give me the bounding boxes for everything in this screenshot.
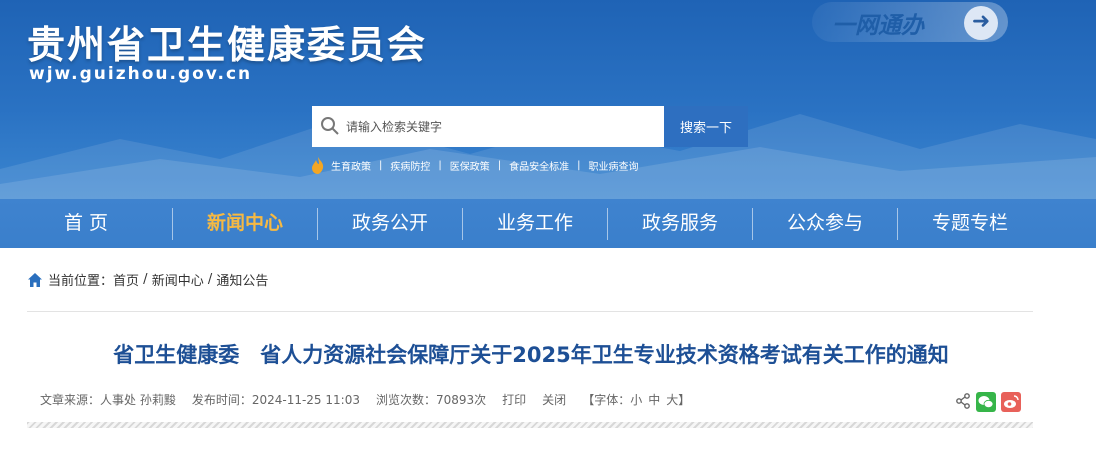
weibo-icon[interactable] — [1001, 392, 1021, 412]
hot-link-insurance-policy[interactable]: 医保政策 — [450, 158, 490, 173]
font-size-suffix: 】 — [678, 393, 691, 407]
site-header: 贵州省卫生健康委员会 wjw.guizhou.gov.cn 一网通办 ➜ 搜索一… — [0, 0, 1096, 199]
one-stop-service-button[interactable]: 一网通办 ➜ — [812, 2, 1008, 42]
nav-government-affairs[interactable]: 政务公开 — [318, 199, 462, 248]
breadcrumb-prefix: 当前位置： — [48, 274, 114, 289]
breadcrumb-separator: / — [139, 272, 152, 287]
article-published: 发布时间：2024-11-25 11:03 — [191, 393, 360, 407]
nav-special-topics[interactable]: 专题专栏 — [898, 199, 1042, 248]
search-box — [312, 106, 664, 147]
breadcrumb-news-center[interactable]: 新闻中心 — [152, 270, 204, 289]
font-size-prefix: 【字体： — [582, 393, 631, 407]
breadcrumb-home[interactable]: 首页 — [113, 270, 139, 289]
breadcrumb-separator: / — [203, 272, 217, 287]
hot-link-disease-control[interactable]: 疾病防控 — [390, 158, 430, 173]
hot-separator: | — [379, 160, 383, 171]
wechat-glyph — [978, 396, 994, 409]
arrow-right-icon: ➜ — [964, 6, 998, 40]
hot-links: 生育政策 | 疾病防控 | 医保政策 | 食品安全标准 | 职业病查询 — [311, 157, 639, 174]
home-icon — [28, 272, 42, 287]
hot-separator: | — [438, 160, 442, 171]
article-title: 省卫生健康委 省人力资源社会保障厅关于2025年卫生专业技术资格考试有关工作的通… — [113, 343, 949, 367]
wechat-icon[interactable] — [976, 392, 996, 412]
font-size-small[interactable]: 小 — [630, 391, 642, 408]
nav-news-center[interactable]: 新闻中心 — [173, 199, 317, 248]
search-button[interactable]: 搜索一下 — [664, 106, 748, 147]
one-stop-service-label: 一网通办 — [832, 12, 924, 39]
font-size-medium[interactable]: 中 — [648, 391, 660, 408]
font-size-large[interactable]: 大 — [666, 391, 678, 408]
breadcrumb-notices[interactable]: 通知公告 — [216, 270, 268, 289]
hot-link-occupational-disease[interactable]: 职业病查询 — [589, 158, 639, 173]
print-link[interactable]: 打印 — [502, 391, 526, 408]
divider — [27, 311, 1033, 312]
fire-icon — [312, 157, 324, 174]
main-nav: 首 页 新闻中心 政务公开 业务工作 政务服务 公众参与 专题专栏 — [0, 199, 1096, 248]
weibo-glyph — [1004, 395, 1019, 408]
search-input[interactable] — [346, 106, 656, 147]
hot-link-fertility-policy[interactable]: 生育政策 — [331, 158, 371, 173]
decorative-stripe — [27, 422, 1033, 428]
nav-public-participation[interactable]: 公众参与 — [753, 199, 897, 248]
site-title: 贵州省卫生健康委员会 — [27, 22, 428, 67]
article-meta: 文章来源：人事处 孙莉黢 发布时间：2024-11-25 11:03 浏览次数：… — [40, 391, 690, 408]
article-views: 浏览次数：70893次 — [375, 393, 487, 407]
nav-business-work[interactable]: 业务工作 — [463, 199, 607, 248]
hot-link-food-safety[interactable]: 食品安全标准 — [509, 158, 569, 173]
search-icon — [321, 117, 339, 135]
nav-government-services[interactable]: 政务服务 — [608, 199, 752, 248]
close-link[interactable]: 关闭 — [542, 391, 566, 408]
hot-separator: | — [497, 160, 502, 171]
hot-separator: | — [577, 160, 581, 171]
nav-home[interactable]: 首 页 — [0, 199, 172, 248]
share-icon[interactable] — [955, 393, 971, 409]
article-source: 文章来源：人事处 孙莉黢 — [40, 393, 176, 407]
breadcrumb: 当前位置： 首页 / 新闻中心 / 通知公告 — [27, 270, 268, 289]
site-url: wjw.guizhou.gov.cn — [29, 64, 253, 84]
